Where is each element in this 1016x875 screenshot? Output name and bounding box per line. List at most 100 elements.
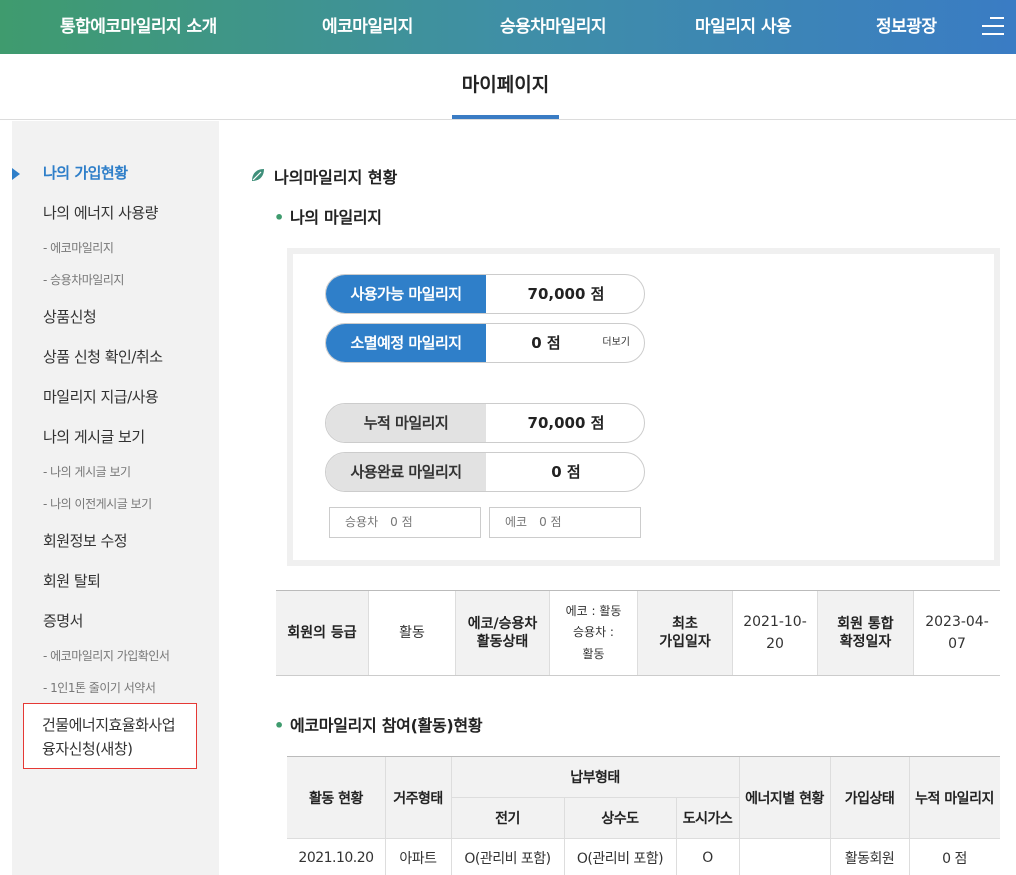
status-value-line2: 승용차 : xyxy=(573,625,614,640)
grid-line xyxy=(451,797,739,798)
my-mileage-heading: • 나의 마일리지 xyxy=(274,204,382,228)
expiring-mileage-pill: 소멸예정 마일리지 0 점 더보기 xyxy=(325,323,645,363)
available-mileage-label: 사용가능 마일리지 xyxy=(326,275,486,313)
header-water: 상수도 xyxy=(564,798,676,838)
grade-value: 활동 xyxy=(369,591,456,675)
nav-item-info-plaza[interactable]: 정보광장 xyxy=(876,0,937,54)
header-energy-status: 에너지별 현황 xyxy=(739,757,830,838)
sidebar-sub-old-posts[interactable]: - 나의 이전게시글 보기 xyxy=(43,495,152,512)
sidebar-sub-eco-mileage[interactable]: - 에코마일리지 xyxy=(43,239,114,256)
participation-heading: • 에코마일리지 참여(활동)현황 xyxy=(274,712,483,736)
sidebar-item-withdraw[interactable]: 회원 탈퇴 xyxy=(43,570,101,591)
page-title-bar: 마이페이지 xyxy=(0,54,1016,120)
nav-item-eco-mileage[interactable]: 에코마일리지 xyxy=(322,0,413,54)
grid-line xyxy=(676,798,677,875)
confirm-date-label: 회원 통합확정일자 xyxy=(818,591,914,675)
car-mileage-label: 승용차 xyxy=(345,515,379,529)
sidebar-sub-my-posts[interactable]: - 나의 게시글 보기 xyxy=(43,463,131,480)
accumulated-mileage-value: 70,000 점 xyxy=(527,414,605,432)
status-label: 에코/승용차활동상태 xyxy=(456,591,550,675)
cell-accum-mileage: 0 점 xyxy=(942,851,967,867)
status-value: 에코 : 활동 승용차 : 활동 xyxy=(550,591,638,675)
sidebar-item-product-confirm[interactable]: 상품 신청 확인/취소 xyxy=(43,346,163,367)
nav-item-car-mileage[interactable]: 승용차마일리지 xyxy=(500,0,606,54)
bullet-dot: • xyxy=(274,208,284,227)
eco-mileage-value: 0 점 xyxy=(539,515,562,529)
bullet-dot: • xyxy=(274,716,284,735)
page-title: 마이페이지 xyxy=(461,74,550,96)
header-payment: 납부형태 xyxy=(451,757,739,797)
cell-energy-status xyxy=(739,839,830,875)
loan-link-line2: 융자신청(새창) xyxy=(42,740,133,758)
eco-mileage-box: 에코 0 점 xyxy=(489,507,641,538)
sidebar-item-my-posts[interactable]: 나의 게시글 보기 xyxy=(43,426,145,447)
participation-title: 에코마일리지 참여(활동)현황 xyxy=(289,716,483,735)
header-residence: 거주형태 xyxy=(385,757,451,838)
active-arrow-icon xyxy=(12,168,20,180)
confirm-label-line1: 회원 통합 xyxy=(837,615,894,632)
more-button[interactable]: 더보기 xyxy=(602,324,630,362)
sidebar-item-mileage-pay-use[interactable]: 마일리지 지급/사용 xyxy=(43,386,159,407)
first-join-label: 최초 가입일자 xyxy=(638,591,733,675)
header-join-status: 가입상태 xyxy=(830,757,909,838)
grid-line xyxy=(564,798,565,875)
grid-line xyxy=(287,838,1000,839)
cell-gas: O xyxy=(702,850,713,866)
available-mileage-value: 70,000 점 xyxy=(527,285,605,303)
cell-activity: 2021.10.20 xyxy=(298,850,374,866)
first-join-value-line2: 20 xyxy=(766,636,784,652)
sidebar-item-edit-profile[interactable]: 회원정보 수정 xyxy=(43,530,128,551)
confirm-value-line1: 2023-04- xyxy=(925,613,989,630)
first-join-label-line2: 가입일자 xyxy=(659,634,711,650)
sidebar-item-join-status[interactable]: 나의 가입현황 xyxy=(43,162,128,183)
status-label-line1: 에코/승용차 xyxy=(467,615,538,632)
header-electric: 전기 xyxy=(451,798,564,838)
confirm-value-line2: 07 xyxy=(948,636,966,652)
member-info-table: 회원의 등급 활동 에코/승용차 활동상태 에코 : 활동 승용차 : 활동 최초 가입… xyxy=(276,590,1000,676)
sidebar-item-product-apply[interactable]: 상품신청 xyxy=(43,306,97,327)
status-label-line2: 활동상태 xyxy=(476,634,529,650)
my-mileage-title: 나의 마일리지 xyxy=(289,208,382,227)
grid-line xyxy=(385,757,386,875)
sidebar-item-energy-usage[interactable]: 나의 에너지 사용량 xyxy=(43,202,158,223)
cell-join-status: 활동회원 xyxy=(844,851,895,867)
participation-table: 활동 현황 거주형태 납부형태 전기 상수도 도시가스 에너지별 현황 가입상태… xyxy=(287,756,1000,875)
used-mileage-pill: 사용완료 마일리지 0 점 xyxy=(325,452,645,492)
header-activity: 활동 현황 xyxy=(287,757,385,838)
accumulated-mileage-label: 누적 마일리지 xyxy=(326,404,486,442)
confirm-date-value: 2023-04- 07 xyxy=(914,591,1000,675)
mileage-summary-inner: 사용가능 마일리지 70,000 점 소멸예정 마일리지 0 점 더보기 누적 … xyxy=(293,254,994,560)
car-mileage-box: 승용차 0 점 xyxy=(329,507,481,538)
first-join-value: 2021-10- 20 xyxy=(733,591,818,675)
loan-link-line1: 건물에너지효율화사업 xyxy=(42,716,176,734)
header-accum-mileage: 누적 마일리지 xyxy=(909,757,1000,838)
leaf-icon xyxy=(252,169,264,181)
nav-item-intro[interactable]: 통합에코마일리지 소개 xyxy=(60,0,217,54)
top-navigation: 통합에코마일리지 소개 에코마일리지 승용차마일리지 마일리지 사용 정보광장 xyxy=(0,0,1016,54)
eco-mileage-label: 에코 xyxy=(505,515,528,529)
used-mileage-value: 0 점 xyxy=(551,463,581,481)
mileage-summary-box: 사용가능 마일리지 70,000 점 소멸예정 마일리지 0 점 더보기 누적 … xyxy=(287,248,1000,566)
confirm-label-line2: 확정일자 xyxy=(839,634,892,650)
expiring-mileage-label: 소멸예정 마일리지 xyxy=(326,324,486,362)
sidebar-sub-car-mileage[interactable]: - 승용차마일리지 xyxy=(43,271,124,288)
status-value-line3: 활동 xyxy=(582,646,605,661)
cell-electric: O(관리비 포함) xyxy=(464,851,551,867)
grid-line xyxy=(830,757,831,875)
available-mileage-pill: 사용가능 마일리지 70,000 점 xyxy=(325,274,645,314)
header-gas: 도시가스 xyxy=(676,798,739,838)
expiring-mileage-value: 0 점 xyxy=(531,334,561,352)
sidebar: 나의 가입현황 나의 에너지 사용량 - 에코마일리지 - 승용차마일리지 상품… xyxy=(12,121,219,875)
nav-item-mileage-use[interactable]: 마일리지 사용 xyxy=(695,0,792,54)
cell-residence: 아파트 xyxy=(399,851,437,867)
sidebar-item-certificate[interactable]: 증명서 xyxy=(43,610,83,631)
title-underline xyxy=(452,115,559,119)
grid-line xyxy=(451,757,452,875)
building-energy-loan-link[interactable]: 건물에너지효율화사업 융자신청(새창) xyxy=(23,703,197,769)
first-join-value-line1: 2021-10- xyxy=(743,613,807,630)
grade-label: 회원의 등급 xyxy=(276,591,369,675)
grid-line xyxy=(739,757,740,875)
menu-icon[interactable] xyxy=(982,17,1004,37)
sidebar-sub-eco-certificate[interactable]: - 에코마일리지 가입확인서 xyxy=(43,647,170,664)
sidebar-sub-pledge[interactable]: - 1인1톤 줄이기 서약서 xyxy=(43,679,156,696)
